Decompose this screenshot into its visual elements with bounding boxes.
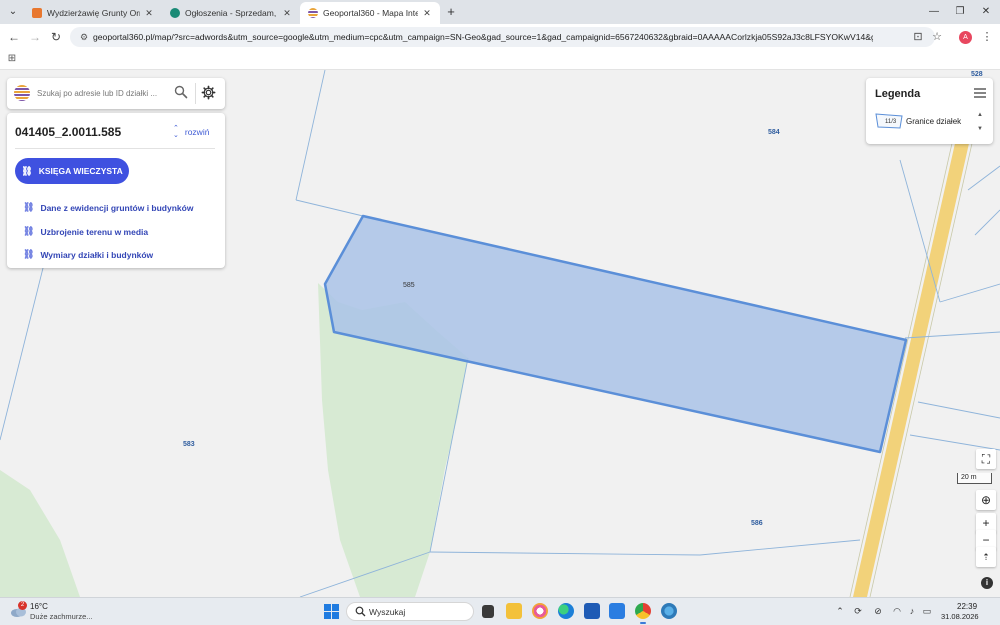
tab-search-chevron-icon[interactable]: ⌄ xyxy=(6,5,20,19)
search-divider xyxy=(195,83,196,104)
link-icon: ⛓ xyxy=(21,165,33,176)
search-icon xyxy=(355,606,366,617)
link-icon: ⛓ xyxy=(23,249,35,259)
apps-grid-icon[interactable]: ⊞ xyxy=(6,53,18,65)
windows-start-icon[interactable] xyxy=(324,604,339,619)
tab-title: Wydzierżawię Grunty Orne - N xyxy=(47,8,140,18)
parcel-number-label: 583 xyxy=(183,441,195,448)
geoportal-logo xyxy=(14,85,30,101)
forest-area xyxy=(0,470,80,597)
outlook-icon[interactable] xyxy=(609,603,625,619)
site-settings-icon[interactable]: ⚙ xyxy=(78,31,90,43)
chrome-browser-icon[interactable] xyxy=(635,603,651,624)
gear-icon[interactable] xyxy=(201,85,216,100)
browser-toolbar: ← → ↻ ⚙ geoportal360.pl/map/?src=adwords… xyxy=(0,24,1000,50)
parcel-number-label: 586 xyxy=(751,520,763,527)
utilities-link[interactable]: ⛓ Uzbrojenie terenu w media xyxy=(23,226,148,237)
expand-chevron-icon: ⌃ ⌄ xyxy=(173,125,179,139)
legend-scroll-up-icon[interactable]: ▲ xyxy=(976,112,984,118)
fullscreen-icon[interactable]: ⛶ xyxy=(976,449,996,469)
browser-tab-bar: ⌄ Wydzierżawię Grunty Orne - N ✕ Ogłosze… xyxy=(0,0,1000,24)
sync-icon[interactable]: ⟳ xyxy=(852,605,864,617)
store-icon[interactable] xyxy=(584,603,600,619)
task-view-icon[interactable] xyxy=(482,605,494,618)
dimensions-link[interactable]: ⛓ Wymiary działki i budynków xyxy=(23,249,153,260)
bookmark-star-icon[interactable]: ☆ xyxy=(929,29,945,45)
parcel-info-panel: 041405_2.0011.585 ⌃ ⌄ rozwiń ⛓ KSIĘGA WIE… xyxy=(7,113,225,268)
dimensions-link-label: Wymiary działki i budynków xyxy=(40,249,154,260)
edge-browser-icon[interactable] xyxy=(558,603,574,619)
close-tab-icon[interactable]: ✕ xyxy=(422,8,432,19)
battery-icon[interactable]: ▭ xyxy=(921,605,933,617)
map-info-icon[interactable]: i xyxy=(981,577,993,589)
parcel-id: 041405_2.0011.585 xyxy=(15,125,122,139)
file-explorer-icon[interactable] xyxy=(506,603,522,619)
tab-title: Ogłoszenia - Sprzedam, kupię xyxy=(185,8,278,18)
link-icon: ⛓ xyxy=(23,226,35,236)
tray-overflow-chevron-icon[interactable]: ⌃ xyxy=(834,605,846,617)
parcel-number-label: 585 xyxy=(403,282,415,289)
restore-icon[interactable]: ❐ xyxy=(950,4,970,20)
land-records-link-label: Dane z ewidencji gruntów i budynków xyxy=(40,202,194,213)
clock-time[interactable]: 22:39 xyxy=(957,602,977,611)
tab-title: Geoportal360 - Mapa Interakt xyxy=(323,8,418,18)
search-icon[interactable] xyxy=(174,85,188,99)
land-register-button-label: KSIĘGA WIECZYSTA xyxy=(38,166,123,176)
wifi-icon[interactable]: ◠ xyxy=(891,605,903,617)
legend-scroll-down-icon[interactable]: ▼ xyxy=(976,126,984,132)
search-input[interactable] xyxy=(37,86,167,100)
compass-reset-icon[interactable]: ⇡ xyxy=(976,547,996,567)
network-off-icon[interactable]: ⊘ xyxy=(872,605,884,617)
minimize-icon[interactable]: — xyxy=(924,4,944,20)
media-app-icon[interactable] xyxy=(532,603,548,619)
tab-geoportal[interactable]: Geoportal360 - Mapa Interakt ✕ xyxy=(300,2,440,24)
expand-label: rozwiń xyxy=(184,127,210,137)
forward-arrow-icon[interactable]: → xyxy=(27,29,43,45)
legend-item-label: Granice działek xyxy=(906,117,962,126)
expand-toggle[interactable]: ⌃ ⌄ rozwiń xyxy=(173,125,209,139)
land-register-button[interactable]: ⛓ KSIĘGA WIECZYSTA xyxy=(15,158,129,184)
reload-icon[interactable]: ↻ xyxy=(48,29,64,45)
panel-divider xyxy=(15,148,215,149)
taskbar-search[interactable]: Wyszukaj xyxy=(346,602,474,621)
land-records-link[interactable]: ⛓ Dane z ewidencji gruntów i budynków xyxy=(23,202,193,213)
utilities-link-label: Uzbrojenie terenu w media xyxy=(40,226,149,237)
search-panel xyxy=(7,78,225,109)
link-icon: ⛓ xyxy=(23,202,35,212)
taskbar-search-label: Wyszukaj xyxy=(369,607,406,617)
install-app-icon[interactable]: ⊡ xyxy=(910,29,926,45)
parcel-number-label: 584 xyxy=(768,129,780,136)
locate-me-icon[interactable]: ⊕ xyxy=(976,490,996,510)
map-canvas[interactable]: 528 584 585 583 586 041405_2.0011.585 ⌃⌄ xyxy=(0,70,1000,597)
parcel-number-label: 528 xyxy=(971,71,983,78)
close-tab-icon[interactable]: ✕ xyxy=(282,8,292,19)
tab-favicon-icon xyxy=(308,8,318,18)
tab-favicon-icon xyxy=(170,8,180,18)
windows-taskbar: 2 16°C Duże zachmurze... Wyszukaj ⌃ ⟳ ⊘ … xyxy=(0,597,1000,625)
globe-app-icon[interactable] xyxy=(661,603,677,619)
more-menu-icon[interactable]: ⋮ xyxy=(979,29,995,45)
legend-title: Legenda xyxy=(875,88,921,100)
tab-favicon-icon xyxy=(32,8,42,18)
legend-layers-icon[interactable] xyxy=(974,88,986,98)
tab-wydzierzawie[interactable]: Wydzierżawię Grunty Orne - N ✕ xyxy=(24,2,162,24)
volume-icon[interactable]: ♪ xyxy=(906,605,918,617)
weather-temperature[interactable]: 16°C xyxy=(30,602,48,611)
profile-avatar[interactable]: A xyxy=(959,31,972,44)
legend-panel: Legenda 11/3 Granice działek ▲ ▼ xyxy=(866,78,993,144)
close-tab-icon[interactable]: ✕ xyxy=(144,8,154,19)
bookmarks-bar: ⊞ xyxy=(0,50,1000,70)
weather-alert-badge: 2 xyxy=(18,601,27,610)
back-arrow-icon[interactable]: ← xyxy=(6,29,22,45)
new-tab-plus-icon[interactable]: + xyxy=(444,4,458,20)
clock-date[interactable]: 31.08.2026 xyxy=(941,612,979,621)
tab-ogloszenia[interactable]: Ogłoszenia - Sprzedam, kupię ✕ xyxy=(162,2,300,24)
weather-description[interactable]: Duże zachmurze... xyxy=(30,612,93,621)
legend-item-icon-text: 11/3 xyxy=(885,119,897,125)
scale-label: 20 m xyxy=(961,474,977,481)
scale-bar: 20 m xyxy=(957,473,992,484)
close-window-icon[interactable]: ✕ xyxy=(976,4,996,20)
url-text[interactable]: geoportal360.pl/map/?src=adwords&utm_sou… xyxy=(93,31,873,43)
address-bar[interactable]: ⚙ geoportal360.pl/map/?src=adwords&utm_s… xyxy=(70,27,935,47)
